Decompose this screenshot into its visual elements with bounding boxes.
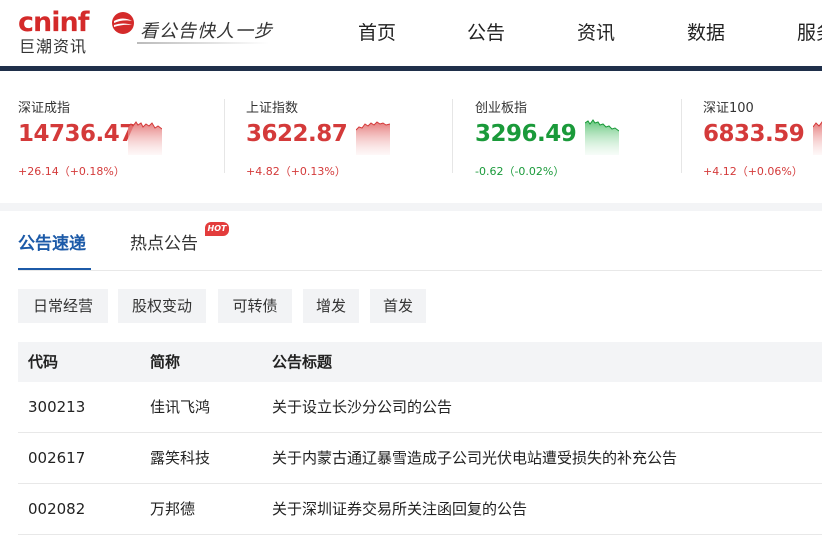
cell-code[interactable]: 002082: [28, 484, 85, 534]
table-row[interactable]: 002617 露笑科技 关于内蒙古通辽暴雪造成子公司光伏电站遭受损失的补充公告: [18, 433, 822, 484]
cell-name[interactable]: 万邦德: [150, 484, 195, 534]
index-value: 14736.47: [18, 121, 135, 147]
filter-additional-issuance[interactable]: 增发: [303, 289, 359, 323]
column-header-name[interactable]: 简称: [150, 342, 180, 382]
index-name: 深证成指: [18, 101, 71, 116]
column-header-code[interactable]: 代码: [28, 342, 58, 382]
cell-code[interactable]: 300213: [28, 382, 85, 432]
index-value: 3296.49: [475, 121, 577, 147]
index-sparkline: [585, 119, 619, 155]
logo-subtitle: 巨潮资讯: [19, 37, 88, 56]
nav-announcements[interactable]: 公告: [467, 20, 505, 46]
filter-equity-changes[interactable]: 股权变动: [118, 289, 206, 323]
table-header: 代码 简称 公告标题: [18, 342, 822, 382]
index-card-shzs[interactable]: 上证指数 3622.87 +4.82（+0.13%）: [246, 71, 446, 203]
tab-latest-announcements[interactable]: 公告速递: [18, 229, 86, 254]
slogan-text: 看公告快人一步: [140, 21, 273, 42]
cell-title[interactable]: 关于深圳证券交易所关注函回复的公告: [272, 484, 527, 534]
tab-hot-announcements[interactable]: 热点公告: [130, 229, 198, 254]
logo-swirl-icon: [112, 12, 134, 34]
nav-home[interactable]: 首页: [358, 20, 396, 46]
index-change: +4.82（+0.13%）: [246, 165, 346, 178]
filter-ipo[interactable]: 首发: [370, 289, 426, 323]
index-card-cybz[interactable]: 创业板指 3296.49 -0.62（-0.02%）: [475, 71, 675, 203]
slogan-underline: [137, 42, 269, 44]
site-header: cninf 巨潮资讯 看公告快人一步 首页 公告 资讯 数据 服务: [0, 0, 822, 68]
index-name: 上证指数: [246, 101, 299, 116]
index-name: 深证100: [703, 101, 754, 116]
cninf-logo[interactable]: cninf 巨潮资讯: [18, 6, 134, 58]
slogan: 看公告快人一步: [137, 16, 277, 50]
cell-name[interactable]: 露笑科技: [150, 433, 210, 483]
index-sparkline: [356, 121, 390, 155]
cell-title[interactable]: 关于设立长沙分公司的公告: [272, 382, 452, 432]
cell-name[interactable]: 佳讯飞鸿: [150, 382, 210, 432]
index-name: 创业板指: [475, 101, 528, 116]
index-card-szcz[interactable]: 深证成指 14736.47 +26.14（+0.18%）: [18, 71, 218, 203]
index-divider: [681, 99, 682, 173]
hot-badge: HOT: [205, 222, 229, 236]
nav-services[interactable]: 服务: [797, 20, 822, 46]
column-header-title[interactable]: 公告标题: [272, 342, 332, 382]
filter-convertible-bonds[interactable]: 可转债: [218, 289, 292, 323]
index-card-sz100[interactable]: 深证100 6833.59 +4.12（+0.06%）: [703, 71, 822, 203]
table-row[interactable]: 300213 佳讯飞鸿 关于设立长沙分公司的公告: [18, 382, 822, 433]
nav-data[interactable]: 数据: [687, 20, 725, 46]
cell-title[interactable]: 关于内蒙古通辽暴雪造成子公司光伏电站遭受损失的补充公告: [272, 433, 677, 483]
section-separator: [0, 203, 822, 211]
index-change: -0.62（-0.02%）: [475, 165, 565, 178]
index-change: +26.14（+0.18%）: [18, 165, 125, 178]
filter-daily-operations[interactable]: 日常经营: [18, 289, 108, 323]
announcement-tabs: 公告速递 热点公告: [0, 211, 822, 271]
logo-text: cninf: [18, 7, 89, 38]
index-value: 3622.87: [246, 121, 348, 147]
index-sparkline: [813, 121, 822, 155]
index-divider: [224, 99, 225, 173]
index-change: +4.12（+0.06%）: [703, 165, 803, 178]
index-sparkline: [128, 121, 162, 155]
cell-code[interactable]: 002617: [28, 433, 85, 483]
index-ticker: 深证成指 14736.47 +26.14（+0.18%） 上证指数 3622.8…: [0, 71, 822, 203]
index-divider: [452, 99, 453, 173]
table-row[interactable]: 002082 万邦德 关于深圳证券交易所关注函回复的公告: [18, 484, 822, 535]
index-value: 6833.59: [703, 121, 805, 147]
nav-news[interactable]: 资讯: [577, 20, 615, 46]
tabs-divider: [18, 270, 822, 271]
